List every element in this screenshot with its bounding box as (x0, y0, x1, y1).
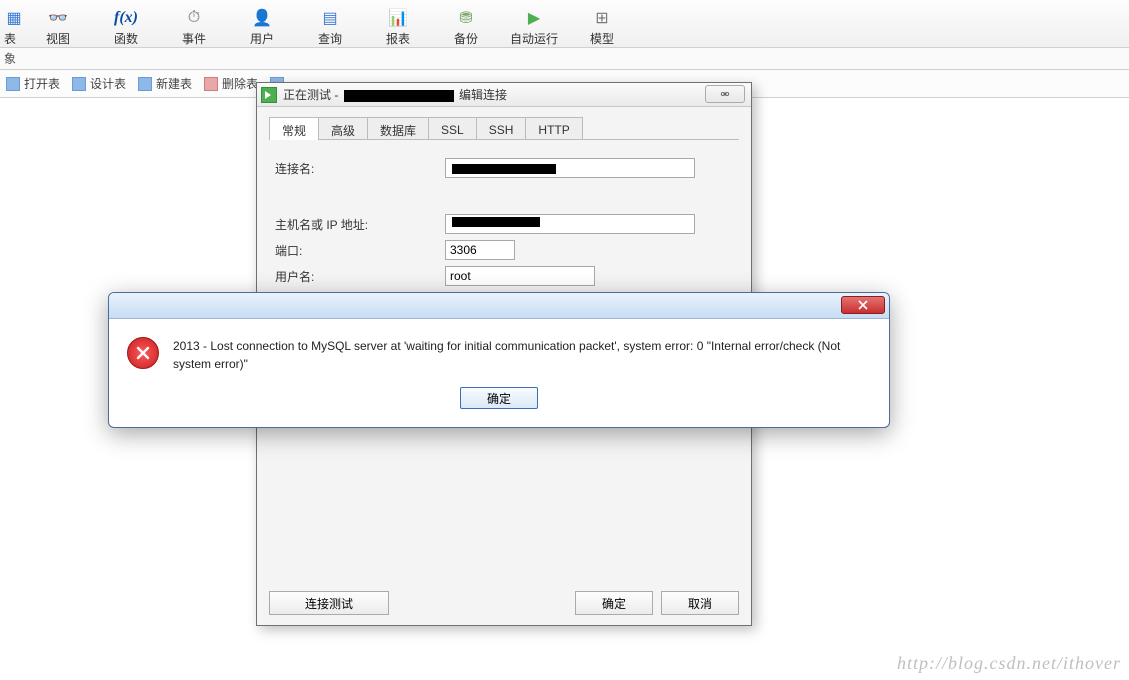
sub-btn-label: 新建表 (156, 75, 192, 92)
toolbar-query[interactable]: ▤ 查询 (296, 1, 364, 47)
new-table-button[interactable]: 新建表 (138, 75, 192, 92)
error-dialog: 2013 - Lost connection to MySQL server a… (108, 292, 890, 428)
view-icon: 👓 (48, 8, 68, 28)
toolbar-label: 自动运行 (510, 30, 558, 47)
port-label: 端口: (275, 242, 445, 259)
dialog-title: 正在测试 - 编辑连接 (283, 86, 507, 103)
error-close-button[interactable] (841, 296, 885, 314)
toolbar-label: 事件 (182, 30, 206, 47)
toolbar-view[interactable]: 👓 视图 (24, 1, 92, 47)
redacted-overlay (452, 217, 540, 227)
toolbar-label: 模型 (590, 30, 614, 47)
dialog-close-button[interactable]: ⚮ (705, 85, 745, 103)
object-bar-label: 象 (4, 50, 16, 67)
backup-icon: ⛃ (456, 8, 476, 28)
ok-button[interactable]: 确定 (575, 591, 653, 615)
redacted-connection-name (344, 90, 454, 102)
toolbar-label: 表 (4, 30, 16, 47)
sub-btn-label: 打开表 (24, 75, 60, 92)
toolbar-autorun[interactable]: ▶ 自动运行 (500, 1, 568, 47)
autorun-icon: ▶ (524, 8, 544, 28)
function-icon: f(x) (116, 8, 136, 28)
user-icon: 👤 (252, 8, 272, 28)
error-message: 2013 - Lost connection to MySQL server a… (173, 337, 871, 373)
event-icon: ⏱ (184, 8, 204, 28)
test-connection-button[interactable]: 连接测试 (269, 591, 389, 615)
toolbar-function[interactable]: f(x) 函数 (92, 1, 160, 47)
close-icon (858, 300, 868, 310)
sub-btn-label: 设计表 (90, 75, 126, 92)
toolbar-table[interactable]: ▦ 表 (0, 1, 24, 47)
toolbar-label: 函数 (114, 30, 138, 47)
dialog-titlebar[interactable]: 正在测试 - 编辑连接 ⚮ (257, 83, 751, 107)
delete-table-button[interactable]: 删除表 (204, 75, 258, 92)
table-icon: ▦ (4, 8, 24, 28)
toolbar-label: 查询 (318, 30, 342, 47)
cancel-button[interactable]: 取消 (661, 591, 739, 615)
delete-table-icon (204, 77, 218, 91)
toolbar-user[interactable]: 👤 用户 (228, 1, 296, 47)
model-icon: ⊞ (592, 8, 612, 28)
app-icon (261, 87, 277, 103)
error-ok-button[interactable]: 确定 (460, 387, 538, 409)
query-icon: ▤ (320, 8, 340, 28)
toolbar-backup[interactable]: ⛃ 备份 (432, 1, 500, 47)
toolbar-label: 备份 (454, 30, 478, 47)
port-input[interactable] (445, 240, 515, 260)
sub-btn-label: 删除表 (222, 75, 258, 92)
open-table-icon (6, 77, 20, 91)
report-icon: 📊 (388, 8, 408, 28)
redacted-overlay (452, 164, 556, 174)
user-input[interactable] (445, 266, 595, 286)
tab-advanced[interactable]: 高级 (318, 117, 368, 139)
error-titlebar[interactable] (109, 293, 889, 319)
tab-ssh[interactable]: SSH (476, 117, 527, 139)
connection-tabs: 常规 高级 数据库 SSL SSH HTTP (269, 117, 739, 140)
toolbar-report[interactable]: 📊 报表 (364, 1, 432, 47)
tab-http[interactable]: HTTP (525, 117, 582, 139)
toolbar-event[interactable]: ⏱ 事件 (160, 1, 228, 47)
toolbar-model[interactable]: ⊞ 模型 (568, 1, 636, 47)
watermark: http://blog.csdn.net/ithover (897, 653, 1121, 674)
new-table-icon (138, 77, 152, 91)
dialog-footer: 连接测试 确定 取消 (269, 591, 739, 615)
toolbar-label: 用户 (250, 30, 274, 47)
connection-name-label: 连接名: (275, 160, 445, 177)
object-bar: 象 (0, 48, 1129, 70)
tab-ssl[interactable]: SSL (428, 117, 477, 139)
host-label: 主机名或 IP 地址: (275, 216, 445, 233)
tab-general[interactable]: 常规 (269, 117, 319, 140)
design-table-button[interactable]: 设计表 (72, 75, 126, 92)
design-table-icon (72, 77, 86, 91)
toolbar-label: 报表 (386, 30, 410, 47)
user-label: 用户名: (275, 268, 445, 285)
error-icon (127, 337, 159, 369)
toolbar-label: 视图 (46, 30, 70, 47)
tab-database[interactable]: 数据库 (367, 117, 429, 139)
open-table-button[interactable]: 打开表 (6, 75, 60, 92)
main-toolbar: ▦ 表 👓 视图 f(x) 函数 ⏱ 事件 👤 用户 ▤ 查询 📊 报表 ⛃ 备… (0, 0, 1129, 48)
